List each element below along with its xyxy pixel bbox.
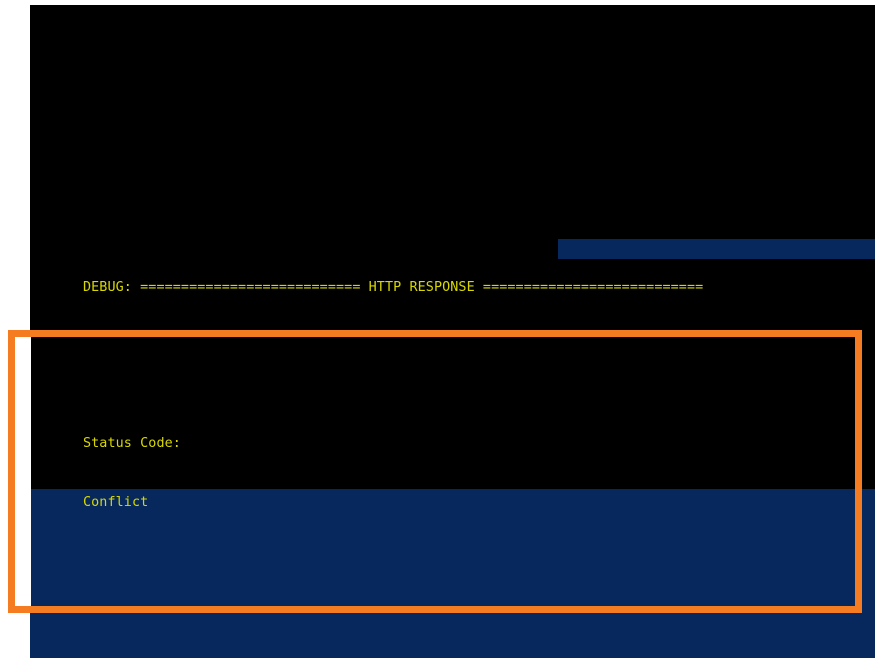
status-code-value-line: Conflict <box>30 473 875 510</box>
page-top-margin <box>0 0 875 5</box>
headers-label-line: Headers: <box>30 649 875 658</box>
selection-highlight-block <box>558 239 875 259</box>
powershell-terminal[interactable]: DEBUG: =========================== HTTP … <box>30 5 875 658</box>
debug-banner-line: DEBUG: =========================== HTTP … <box>30 239 875 295</box>
confirm-prompt-background <box>30 489 875 658</box>
status-code-value: Conflict <box>82 494 149 510</box>
debug-banner-text: DEBUG: =========================== HTTP … <box>82 280 704 295</box>
annotation-inner-margin <box>15 337 31 606</box>
screenshot-root: DEBUG: =========================== HTTP … <box>0 0 875 658</box>
status-code-label: Status Code: <box>82 436 181 451</box>
status-code-label-line: Status Code: <box>30 415 875 451</box>
